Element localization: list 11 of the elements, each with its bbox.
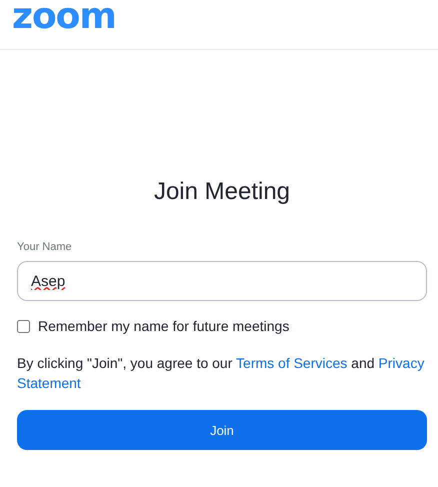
checkbox[interactable] — [17, 320, 30, 332]
checkbox-label: Remember my name for future meetings — [38, 318, 290, 334]
page-title: Join Meeting — [152, 177, 292, 207]
field-label: Your Name — [17, 241, 73, 255]
agreement-text: By clicking "Join", you agree to our Terms of Services and Privacy Statement — [17, 354, 426, 393]
name-field[interactable]: Asep — [17, 261, 427, 301]
terms-link[interactable]: Terms of Services — [236, 355, 348, 371]
privacy-link[interactable]: Statement — [17, 375, 81, 391]
join-button[interactable]: Join — [17, 410, 427, 450]
logo: zoom — [12, 0, 116, 34]
privacy-link[interactable]: Privacy — [378, 355, 424, 371]
